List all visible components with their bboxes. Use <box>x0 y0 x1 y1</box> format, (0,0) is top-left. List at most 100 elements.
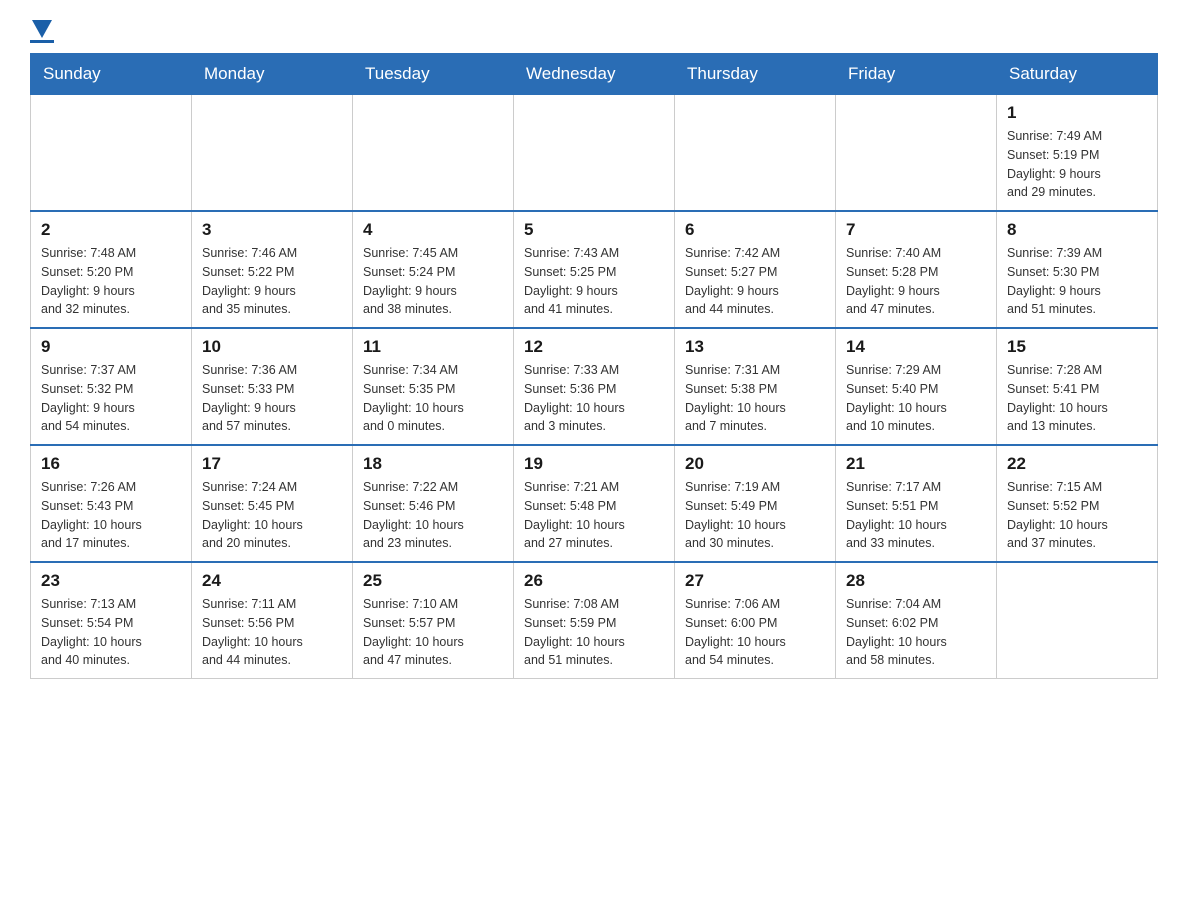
calendar-cell <box>675 95 836 212</box>
weekday-header-friday: Friday <box>836 54 997 95</box>
day-info: Sunrise: 7:21 AM Sunset: 5:48 PM Dayligh… <box>524 478 664 553</box>
day-info: Sunrise: 7:13 AM Sunset: 5:54 PM Dayligh… <box>41 595 181 670</box>
day-info: Sunrise: 7:11 AM Sunset: 5:56 PM Dayligh… <box>202 595 342 670</box>
calendar-week-row: 9 Sunrise: 7:37 AM Sunset: 5:32 PM Daylig… <box>31 328 1158 445</box>
calendar-cell: 23 Sunrise: 7:13 AM Sunset: 5:54 PM Dayli… <box>31 562 192 679</box>
calendar-cell: 1 Sunrise: 7:49 AM Sunset: 5:19 PM Daylig… <box>997 95 1158 212</box>
weekday-header-saturday: Saturday <box>997 54 1158 95</box>
day-info: Sunrise: 7:34 AM Sunset: 5:35 PM Dayligh… <box>363 361 503 436</box>
day-info: Sunrise: 7:48 AM Sunset: 5:20 PM Dayligh… <box>41 244 181 319</box>
day-info: Sunrise: 7:31 AM Sunset: 5:38 PM Dayligh… <box>685 361 825 436</box>
calendar-cell: 10 Sunrise: 7:36 AM Sunset: 5:33 PM Dayli… <box>192 328 353 445</box>
day-info: Sunrise: 7:22 AM Sunset: 5:46 PM Dayligh… <box>363 478 503 553</box>
day-info: Sunrise: 7:45 AM Sunset: 5:24 PM Dayligh… <box>363 244 503 319</box>
day-info: Sunrise: 7:19 AM Sunset: 5:49 PM Dayligh… <box>685 478 825 553</box>
day-number: 26 <box>524 571 664 591</box>
day-number: 25 <box>363 571 503 591</box>
day-info: Sunrise: 7:36 AM Sunset: 5:33 PM Dayligh… <box>202 361 342 436</box>
calendar-cell: 18 Sunrise: 7:22 AM Sunset: 5:46 PM Dayli… <box>353 445 514 562</box>
day-number: 17 <box>202 454 342 474</box>
calendar-cell: 19 Sunrise: 7:21 AM Sunset: 5:48 PM Dayli… <box>514 445 675 562</box>
day-info: Sunrise: 7:10 AM Sunset: 5:57 PM Dayligh… <box>363 595 503 670</box>
day-number: 20 <box>685 454 825 474</box>
day-number: 12 <box>524 337 664 357</box>
day-number: 13 <box>685 337 825 357</box>
calendar-cell: 2 Sunrise: 7:48 AM Sunset: 5:20 PM Daylig… <box>31 211 192 328</box>
calendar-cell: 3 Sunrise: 7:46 AM Sunset: 5:22 PM Daylig… <box>192 211 353 328</box>
day-number: 9 <box>41 337 181 357</box>
calendar-cell: 26Sunrise: 7:08 AM Sunset: 5:59 PM Dayli… <box>514 562 675 679</box>
calendar-cell: 25 Sunrise: 7:10 AM Sunset: 5:57 PM Dayli… <box>353 562 514 679</box>
day-number: 5 <box>524 220 664 240</box>
logo-triangle-icon <box>32 20 52 38</box>
day-number: 19 <box>524 454 664 474</box>
day-info: Sunrise: 7:06 AM Sunset: 6:00 PM Dayligh… <box>685 595 825 670</box>
day-number: 21 <box>846 454 986 474</box>
day-number: 10 <box>202 337 342 357</box>
day-info: Sunrise: 7:24 AM Sunset: 5:45 PM Dayligh… <box>202 478 342 553</box>
page-header <box>30 20 1158 43</box>
logo-underline <box>30 40 54 43</box>
day-number: 18 <box>363 454 503 474</box>
day-number: 23 <box>41 571 181 591</box>
calendar-cell: 9 Sunrise: 7:37 AM Sunset: 5:32 PM Daylig… <box>31 328 192 445</box>
calendar-cell: 8Sunrise: 7:39 AM Sunset: 5:30 PM Daylig… <box>997 211 1158 328</box>
day-number: 28 <box>846 571 986 591</box>
day-info: Sunrise: 7:37 AM Sunset: 5:32 PM Dayligh… <box>41 361 181 436</box>
calendar-cell: 17 Sunrise: 7:24 AM Sunset: 5:45 PM Dayli… <box>192 445 353 562</box>
calendar-cell <box>836 95 997 212</box>
calendar-week-row: 16 Sunrise: 7:26 AM Sunset: 5:43 PM Dayli… <box>31 445 1158 562</box>
calendar-cell: 4Sunrise: 7:45 AM Sunset: 5:24 PM Daylig… <box>353 211 514 328</box>
day-number: 2 <box>41 220 181 240</box>
weekday-header-wednesday: Wednesday <box>514 54 675 95</box>
day-info: Sunrise: 7:26 AM Sunset: 5:43 PM Dayligh… <box>41 478 181 553</box>
day-info: Sunrise: 7:49 AM Sunset: 5:19 PM Dayligh… <box>1007 127 1147 202</box>
day-number: 24 <box>202 571 342 591</box>
weekday-header-monday: Monday <box>192 54 353 95</box>
calendar-cell: 27 Sunrise: 7:06 AM Sunset: 6:00 PM Dayli… <box>675 562 836 679</box>
day-info: Sunrise: 7:43 AM Sunset: 5:25 PM Dayligh… <box>524 244 664 319</box>
calendar-cell: 24 Sunrise: 7:11 AM Sunset: 5:56 PM Dayli… <box>192 562 353 679</box>
day-number: 1 <box>1007 103 1147 123</box>
day-number: 6 <box>685 220 825 240</box>
calendar-week-row: 23 Sunrise: 7:13 AM Sunset: 5:54 PM Dayli… <box>31 562 1158 679</box>
calendar-cell: 15 Sunrise: 7:28 AM Sunset: 5:41 PM Dayli… <box>997 328 1158 445</box>
calendar-cell: 11 Sunrise: 7:34 AM Sunset: 5:35 PM Dayli… <box>353 328 514 445</box>
day-number: 7 <box>846 220 986 240</box>
day-info: Sunrise: 7:33 AM Sunset: 5:36 PM Dayligh… <box>524 361 664 436</box>
calendar-cell: 16 Sunrise: 7:26 AM Sunset: 5:43 PM Dayli… <box>31 445 192 562</box>
day-number: 27 <box>685 571 825 591</box>
day-info: Sunrise: 7:46 AM Sunset: 5:22 PM Dayligh… <box>202 244 342 319</box>
day-info: Sunrise: 7:40 AM Sunset: 5:28 PM Dayligh… <box>846 244 986 319</box>
calendar-cell: 28 Sunrise: 7:04 AM Sunset: 6:02 PM Dayli… <box>836 562 997 679</box>
calendar-cell <box>353 95 514 212</box>
day-info: Sunrise: 7:17 AM Sunset: 5:51 PM Dayligh… <box>846 478 986 553</box>
calendar-table: SundayMondayTuesdayWednesdayThursdayFrid… <box>30 53 1158 679</box>
day-number: 3 <box>202 220 342 240</box>
calendar-cell <box>192 95 353 212</box>
day-info: Sunrise: 7:29 AM Sunset: 5:40 PM Dayligh… <box>846 361 986 436</box>
day-number: 22 <box>1007 454 1147 474</box>
day-info: Sunrise: 7:15 AM Sunset: 5:52 PM Dayligh… <box>1007 478 1147 553</box>
calendar-cell: 5 Sunrise: 7:43 AM Sunset: 5:25 PM Daylig… <box>514 211 675 328</box>
calendar-cell: 12 Sunrise: 7:33 AM Sunset: 5:36 PM Dayli… <box>514 328 675 445</box>
day-info: Sunrise: 7:42 AM Sunset: 5:27 PM Dayligh… <box>685 244 825 319</box>
day-number: 14 <box>846 337 986 357</box>
calendar-week-row: 1 Sunrise: 7:49 AM Sunset: 5:19 PM Daylig… <box>31 95 1158 212</box>
calendar-cell <box>997 562 1158 679</box>
calendar-week-row: 2 Sunrise: 7:48 AM Sunset: 5:20 PM Daylig… <box>31 211 1158 328</box>
day-number: 11 <box>363 337 503 357</box>
day-number: 16 <box>41 454 181 474</box>
weekday-header-tuesday: Tuesday <box>353 54 514 95</box>
day-number: 15 <box>1007 337 1147 357</box>
calendar-cell <box>514 95 675 212</box>
calendar-cell: 6 Sunrise: 7:42 AM Sunset: 5:27 PM Daylig… <box>675 211 836 328</box>
calendar-cell: 21 Sunrise: 7:17 AM Sunset: 5:51 PM Dayli… <box>836 445 997 562</box>
calendar-cell <box>31 95 192 212</box>
calendar-cell: 22 Sunrise: 7:15 AM Sunset: 5:52 PM Dayli… <box>997 445 1158 562</box>
weekday-header-thursday: Thursday <box>675 54 836 95</box>
logo <box>30 20 54 43</box>
day-info: Sunrise: 7:28 AM Sunset: 5:41 PM Dayligh… <box>1007 361 1147 436</box>
day-info: Sunrise: 7:04 AM Sunset: 6:02 PM Dayligh… <box>846 595 986 670</box>
calendar-cell: 13 Sunrise: 7:31 AM Sunset: 5:38 PM Dayli… <box>675 328 836 445</box>
